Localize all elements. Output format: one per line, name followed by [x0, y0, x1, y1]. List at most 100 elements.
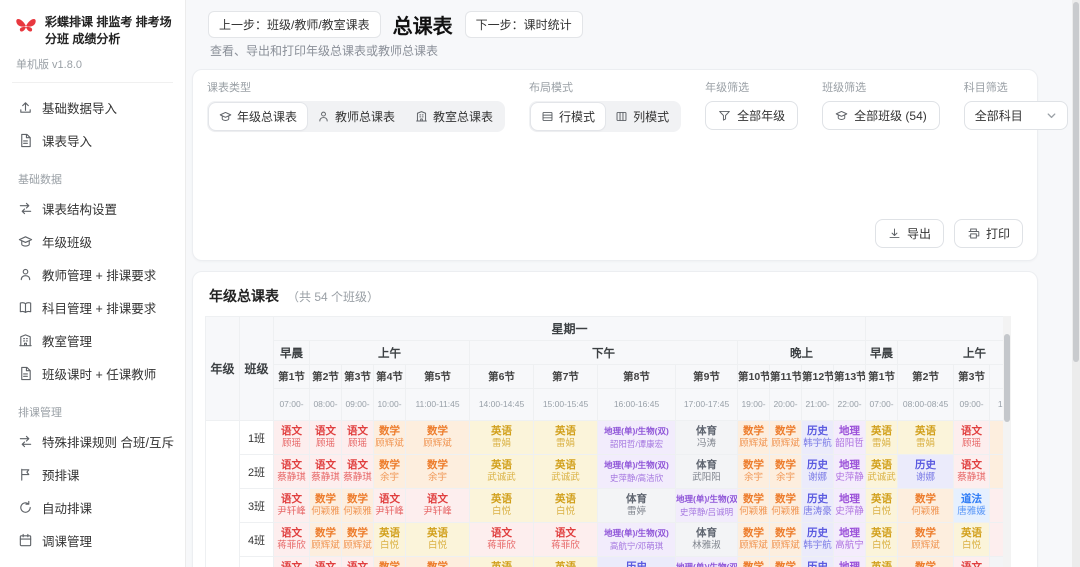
timetable-cell[interactable]: 数学顾辉斌 [405, 420, 470, 455]
timetable-cell[interactable]: 数学顾辉斌 [309, 522, 342, 557]
timetable-cell[interactable]: 数学 何颖雅 [737, 488, 770, 523]
timetable-cell[interactable]: 英语 白悦 [533, 488, 598, 523]
timetable-cell[interactable]: 英语 白悦 [865, 522, 899, 557]
timetable-cell[interactable]: 历史 韩宇航 [801, 522, 834, 557]
sidebar-item[interactable]: 教室管理 [10, 324, 175, 357]
timetable-cell[interactable]: 数学顾辉斌 [769, 420, 802, 455]
timetable-cell[interactable]: 语文 顾瑶 [273, 420, 310, 455]
timetable-cell[interactable]: 英语 白悦 [373, 522, 406, 557]
timetable-cell[interactable]: 地理高航宁 [832, 522, 867, 557]
timetable-cell[interactable]: 数学顾辉斌 [769, 522, 802, 557]
timetable-cell[interactable]: 语文王悦 [341, 556, 374, 567]
timetable-cell[interactable]: 英语 白悦 [865, 488, 899, 523]
timetable-cell[interactable]: 数学顾辉斌 [341, 522, 374, 557]
sidebar-item[interactable]: 调课管理 [10, 524, 175, 557]
sidebar-item[interactable]: 年级班级 [10, 225, 175, 258]
timetable-cell[interactable]: 英语李雨 [865, 556, 899, 567]
timetable-cell[interactable]: 语文王悦 [953, 556, 991, 567]
sidebar-item[interactable]: 预排课 [10, 458, 175, 491]
table-scrollbar-thumb[interactable] [1004, 334, 1010, 422]
timetable-cell[interactable]: 体育雷婷 [597, 488, 676, 523]
timetable-cell[interactable]: 地理高航宁 [832, 556, 867, 567]
timetable-cell[interactable]: 语文尹轩峰 [405, 488, 470, 523]
layout-option-row[interactable]: 行模式 [531, 103, 606, 130]
timetable-cell[interactable]: 地理(单)/生物(双) 史萍静/吕诚明 [675, 488, 738, 523]
timetable-cell[interactable]: 数学 何颖雅 [897, 488, 955, 523]
timetable-cell[interactable]: 数学范萱雨 [737, 556, 770, 567]
timetable-cell[interactable]: 英语 武诚武 [533, 454, 598, 489]
timetable-cell[interactable]: 英语 雷娟 [469, 420, 534, 455]
timetable-cell[interactable]: 地理(单)/生物(双) 史萍静/高洁欣 [597, 454, 676, 489]
timetable-cell[interactable]: 数学余宇 [373, 454, 406, 489]
layout-option-column[interactable]: 列模式 [605, 103, 679, 130]
timetable-cell[interactable]: 数学范萱雨 [769, 556, 802, 567]
sidebar-item[interactable]: 课表结构设置 [10, 192, 175, 225]
timetable-cell[interactable]: 数学顾辉斌 [737, 420, 770, 455]
timetable-cell[interactable]: 地理 史萍静 [832, 454, 867, 489]
timetable-cell[interactable]: 英语 白悦 [953, 522, 991, 557]
sidebar-item[interactable]: 基础数据导入 [10, 91, 175, 124]
timetable-cell[interactable]: 数学范萱雨 [373, 556, 406, 567]
timetable-cell[interactable]: 历史唐涛豪 [597, 556, 676, 567]
sidebar-item[interactable]: 教师管理 + 排课要求 [10, 258, 175, 291]
timetable-cell[interactable]: 数学范萱雨 [897, 556, 955, 567]
timetable-cell[interactable]: 数学 何颖雅 [341, 488, 374, 523]
timetable-cell[interactable]: 英语 武诚武 [865, 454, 899, 489]
timetable-cell[interactable]: 数学 何颖雅 [769, 488, 802, 523]
type-option-teacher[interactable]: 教师总课表 [307, 103, 405, 130]
timetable-cell[interactable]: 数学余宇 [405, 454, 470, 489]
timetable-cell[interactable]: 语文蒋菲欣 [469, 522, 534, 557]
next-step-button[interactable]: 下一步：课时统计 [464, 11, 583, 38]
timetable-cell[interactable]: 语文 顾瑶 [953, 420, 991, 455]
timetable-cell[interactable]: 地理 韶阳哲 [832, 420, 867, 455]
timetable-cell[interactable]: 英语 雷娟 [865, 420, 899, 455]
timetable-cell[interactable]: 语文 蔡静琪 [273, 454, 310, 489]
sidebar-item[interactable]: 班级课时 + 任课教师 [10, 357, 175, 390]
timetable-cell[interactable]: 体育 林雅淑 [675, 522, 738, 557]
timetable-cell[interactable]: 语文 蔡静琪 [341, 454, 374, 489]
timetable-cell[interactable]: 历史 谢娜 [897, 454, 955, 489]
class-filter-button[interactable]: 全部班级 (54) [822, 101, 940, 130]
timetable-cell[interactable]: 语文王悦 [309, 556, 342, 567]
timetable-cell[interactable]: 语文 顾瑶 [341, 420, 374, 455]
timetable-cell[interactable]: 英语李雨 [469, 556, 534, 567]
timetable-cell[interactable]: 语文 蔡静琪 [309, 454, 342, 489]
type-option-classroom[interactable]: 教室总课表 [405, 103, 503, 130]
timetable-cell[interactable]: 英语李雨 [533, 556, 598, 567]
timetable-cell[interactable]: 英语 白悦 [469, 488, 534, 523]
timetable-cell[interactable]: 数学顾辉斌 [373, 420, 406, 455]
timetable-cell[interactable]: 语文尹轩峰 [373, 488, 406, 523]
timetable-cell[interactable]: 语文蒋菲欣 [273, 522, 310, 557]
timetable-cell[interactable]: 地理 史萍静 [832, 488, 867, 523]
timetable-cell[interactable]: 历史唐涛豪 [801, 556, 834, 567]
timetable-cell[interactable]: 历史唐涛豪 [801, 488, 834, 523]
sidebar-item[interactable]: 特殊排课规则 合班/互斥.. [10, 425, 175, 458]
timetable-cell[interactable]: 数学余宇 [737, 454, 770, 489]
type-option-grade[interactable]: 年级总课表 [209, 103, 308, 130]
timetable-cell[interactable]: 数学 何颖雅 [309, 488, 342, 523]
timetable-cell[interactable]: 数学顾辉斌 [737, 522, 770, 557]
timetable-cell[interactable]: 体育 武阳阳 [675, 454, 738, 489]
timetable-cell[interactable]: 英语 白悦 [405, 522, 470, 557]
timetable-cell[interactable]: 数学顾辉斌 [897, 522, 955, 557]
timetable-cell[interactable]: 地理(单)/生物(双) 韶阳哲/谭康宏 [597, 420, 676, 455]
timetable-cell[interactable]: 语文尹轩峰 [273, 488, 310, 523]
timetable-cell[interactable]: 历史 谢娜 [801, 454, 834, 489]
subject-filter-select[interactable]: 全部科目 [963, 101, 1068, 130]
export-button[interactable]: 导出 [874, 219, 944, 248]
timetable-cell[interactable]: 道法 唐雅媛 [953, 488, 991, 523]
print-button[interactable]: 打印 [953, 219, 1023, 248]
timetable-cell[interactable]: 历史 韩宇航 [801, 420, 834, 455]
timetable-cell[interactable]: 语文王悦 [273, 556, 310, 567]
timetable-cell[interactable]: 语文 蔡静琪 [953, 454, 991, 489]
sidebar-item[interactable]: 课表导入 [10, 124, 175, 157]
sidebar-item[interactable]: 科目管理 + 排课要求 [10, 291, 175, 324]
prev-step-button[interactable]: 上一步：班级/教师/教室课表 [208, 11, 381, 38]
timetable-cell[interactable]: 英语 雷娟 [897, 420, 955, 455]
sidebar-item[interactable]: 自动排课 [10, 491, 175, 524]
timetable-cell[interactable]: 英语 雷娟 [533, 420, 598, 455]
timetable-cell[interactable]: 英语 武诚武 [469, 454, 534, 489]
page-scrollbar-thumb[interactable] [1073, 2, 1079, 362]
timetable-cell[interactable]: 地理(单)/生物(双)高航宁/邓萌琪 [675, 556, 738, 567]
timetable-cell[interactable]: 地理(单)/生物(双)高航宁/邓萌琪 [597, 522, 676, 557]
